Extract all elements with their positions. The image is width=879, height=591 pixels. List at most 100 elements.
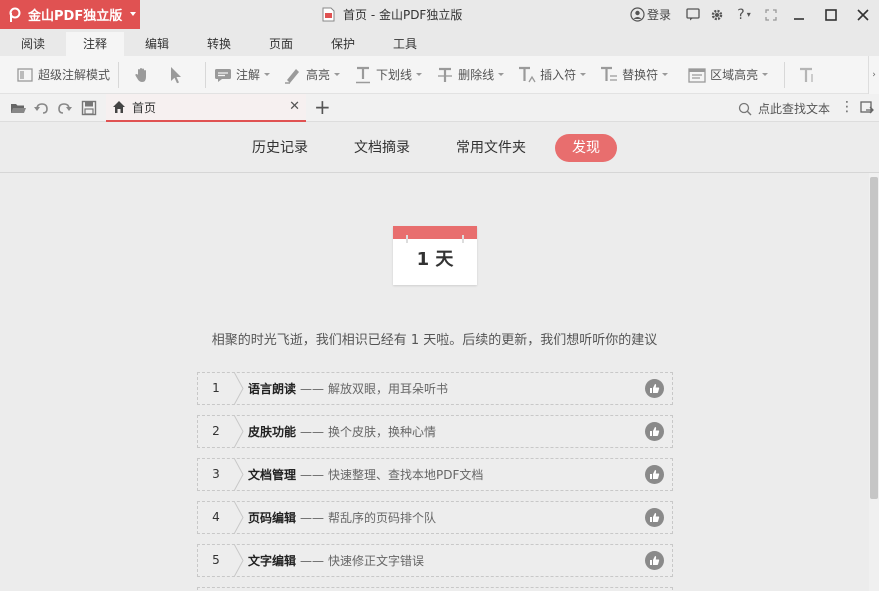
feedback-message: 相聚的时光飞逝，我们相识已经有 1 天啦。后续的更新，我们想听听你的建议 xyxy=(211,333,658,348)
app-menu-button[interactable]: 金山PDF独立版 xyxy=(0,0,140,29)
text-box-icon xyxy=(799,66,817,84)
more-options-icon[interactable]: ⋮ xyxy=(840,99,854,115)
login-button[interactable]: 登录 xyxy=(630,6,671,23)
calendar-card: 1 天 xyxy=(393,226,477,285)
tab-page[interactable]: 页面 xyxy=(258,32,304,56)
chevron-down-icon xyxy=(264,73,271,76)
chevron-down-icon xyxy=(762,73,769,76)
feature-title: 文档管理 xyxy=(248,468,297,482)
find-text-input[interactable]: 点此查找文本 xyxy=(738,100,830,117)
insert-mark-button[interactable]: 插入符 xyxy=(518,56,587,94)
home-nav: 历史记录 文档摘录 常用文件夹 发现 xyxy=(0,122,879,173)
tab-annotate[interactable]: 注释 xyxy=(66,32,124,56)
feature-description: 快速修正文字错误 xyxy=(328,554,425,568)
thumbs-up-icon[interactable] xyxy=(645,551,664,570)
nav-history[interactable]: 历史记录 xyxy=(240,134,320,162)
underline-icon xyxy=(354,66,372,84)
underline-button[interactable]: 下划线 xyxy=(354,56,423,94)
settings-gear-icon[interactable] xyxy=(708,6,726,24)
vertical-scrollbar[interactable] xyxy=(869,173,879,591)
insert-mark-label: 插入符 xyxy=(540,68,577,82)
tab-tools[interactable]: 工具 xyxy=(382,32,428,56)
select-tool-button[interactable] xyxy=(167,56,189,94)
chevron-divider-icon xyxy=(234,458,244,491)
feature-number: 3 xyxy=(212,467,220,481)
text-tool-button[interactable] xyxy=(799,56,821,94)
nav-discover[interactable]: 发现 xyxy=(555,134,617,162)
collapse-ribbon-icon[interactable] xyxy=(860,100,874,114)
close-window-button[interactable] xyxy=(847,0,879,29)
thumbs-up-icon[interactable] xyxy=(645,379,664,398)
days-count: 1 天 xyxy=(416,249,454,270)
title-bar: 金山PDF独立版 首页 - 金山PDF独立版 登录 ? ▾ xyxy=(0,0,879,29)
super-annotation-mode-button[interactable]: 超级注解模式 xyxy=(16,56,110,94)
feature-item-partial xyxy=(197,587,673,591)
strikethrough-button[interactable]: 删除线 xyxy=(436,56,505,94)
feature-dash: —— xyxy=(300,381,325,396)
toolbar-divider xyxy=(118,61,120,88)
super-annotation-icon xyxy=(16,66,34,84)
thumbs-up-icon[interactable] xyxy=(645,422,664,441)
feature-number: 1 xyxy=(212,381,220,395)
window-title-text: 首页 - 金山PDF独立版 xyxy=(343,8,463,22)
replace-mark-button[interactable]: 替换符 xyxy=(600,56,669,94)
thumbs-up-icon[interactable] xyxy=(645,508,664,527)
feature-dash: —— xyxy=(300,424,325,439)
annotate-button[interactable]: 注解 xyxy=(214,56,271,94)
new-tab-button[interactable]: + xyxy=(314,96,331,118)
thumbs-up-icon[interactable] xyxy=(645,465,664,484)
chevron-divider-icon xyxy=(234,544,244,577)
hand-icon xyxy=(133,66,151,84)
find-text-placeholder: 点此查找文本 xyxy=(758,102,831,116)
open-folder-icon[interactable] xyxy=(10,100,26,116)
toolbar-scroll-right-button[interactable]: › xyxy=(868,56,879,94)
area-highlight-button[interactable]: 区域高亮 xyxy=(688,56,769,94)
tab-read[interactable]: 阅读 xyxy=(10,32,56,56)
feature-item: 5 文字编辑 —— 快速修正文字错误 xyxy=(197,544,673,577)
feature-item: 4 页码编辑 —— 帮乱序的页码排个队 xyxy=(197,501,673,534)
calendar-ring xyxy=(462,235,464,243)
highlight-label: 高亮 xyxy=(306,68,331,82)
underline-label: 下划线 xyxy=(376,68,413,82)
tab-edit[interactable]: 编辑 xyxy=(134,32,180,56)
fullscreen-icon[interactable] xyxy=(762,6,780,24)
minimize-button[interactable] xyxy=(783,0,815,29)
help-icon: ? xyxy=(737,6,745,23)
save-icon[interactable] xyxy=(81,100,97,116)
feature-number: 5 xyxy=(212,553,220,567)
hand-tool-button[interactable] xyxy=(133,56,155,94)
replace-mark-label: 替换符 xyxy=(622,68,659,82)
close-tab-icon[interactable]: ✕ xyxy=(289,99,300,114)
tab-protect[interactable]: 保护 xyxy=(320,32,366,56)
document-tab-home[interactable]: 首页 ✕ xyxy=(106,94,306,122)
super-annotation-label: 超级注解模式 xyxy=(38,68,111,82)
toolbar-divider xyxy=(784,61,786,88)
feature-item: 1 语言朗读 —— 解放双眼，用耳朵听书 xyxy=(197,372,673,405)
area-highlight-label: 区域高亮 xyxy=(710,68,759,82)
app-name: 金山PDF独立版 xyxy=(28,9,123,24)
message-icon[interactable] xyxy=(684,6,702,24)
chevron-right-icon: › xyxy=(872,70,876,80)
highlighter-icon xyxy=(284,66,302,84)
comment-icon xyxy=(214,66,232,84)
help-button[interactable]: ? ▾ xyxy=(732,6,756,24)
nav-common-folders[interactable]: 常用文件夹 xyxy=(444,134,538,162)
pdf-file-icon xyxy=(322,7,335,22)
ribbon-tabs: 阅读 注释 编辑 转换 页面 保护 工具 xyxy=(0,29,879,56)
undo-icon[interactable] xyxy=(33,100,49,116)
area-highlight-icon xyxy=(688,66,706,84)
scrollbar-thumb[interactable] xyxy=(870,177,878,499)
chevron-down-icon xyxy=(416,73,423,76)
toolbar-divider xyxy=(205,61,207,88)
nav-excerpts[interactable]: 文档摘录 xyxy=(342,134,422,162)
feature-description: 换个皮肤，换种心情 xyxy=(328,425,437,439)
redo-icon[interactable] xyxy=(57,100,73,116)
tab-convert[interactable]: 转换 xyxy=(196,32,242,56)
annotation-toolbar: 超级注解模式 注解 高亮 下划线 删除线 插入符 替换符 区域高亮 › xyxy=(0,56,879,94)
calendar-header xyxy=(393,226,477,243)
maximize-button[interactable] xyxy=(815,0,847,29)
search-icon xyxy=(738,102,752,115)
highlight-button[interactable]: 高亮 xyxy=(284,56,341,94)
login-label: 登录 xyxy=(646,8,671,22)
home-icon xyxy=(113,101,125,113)
